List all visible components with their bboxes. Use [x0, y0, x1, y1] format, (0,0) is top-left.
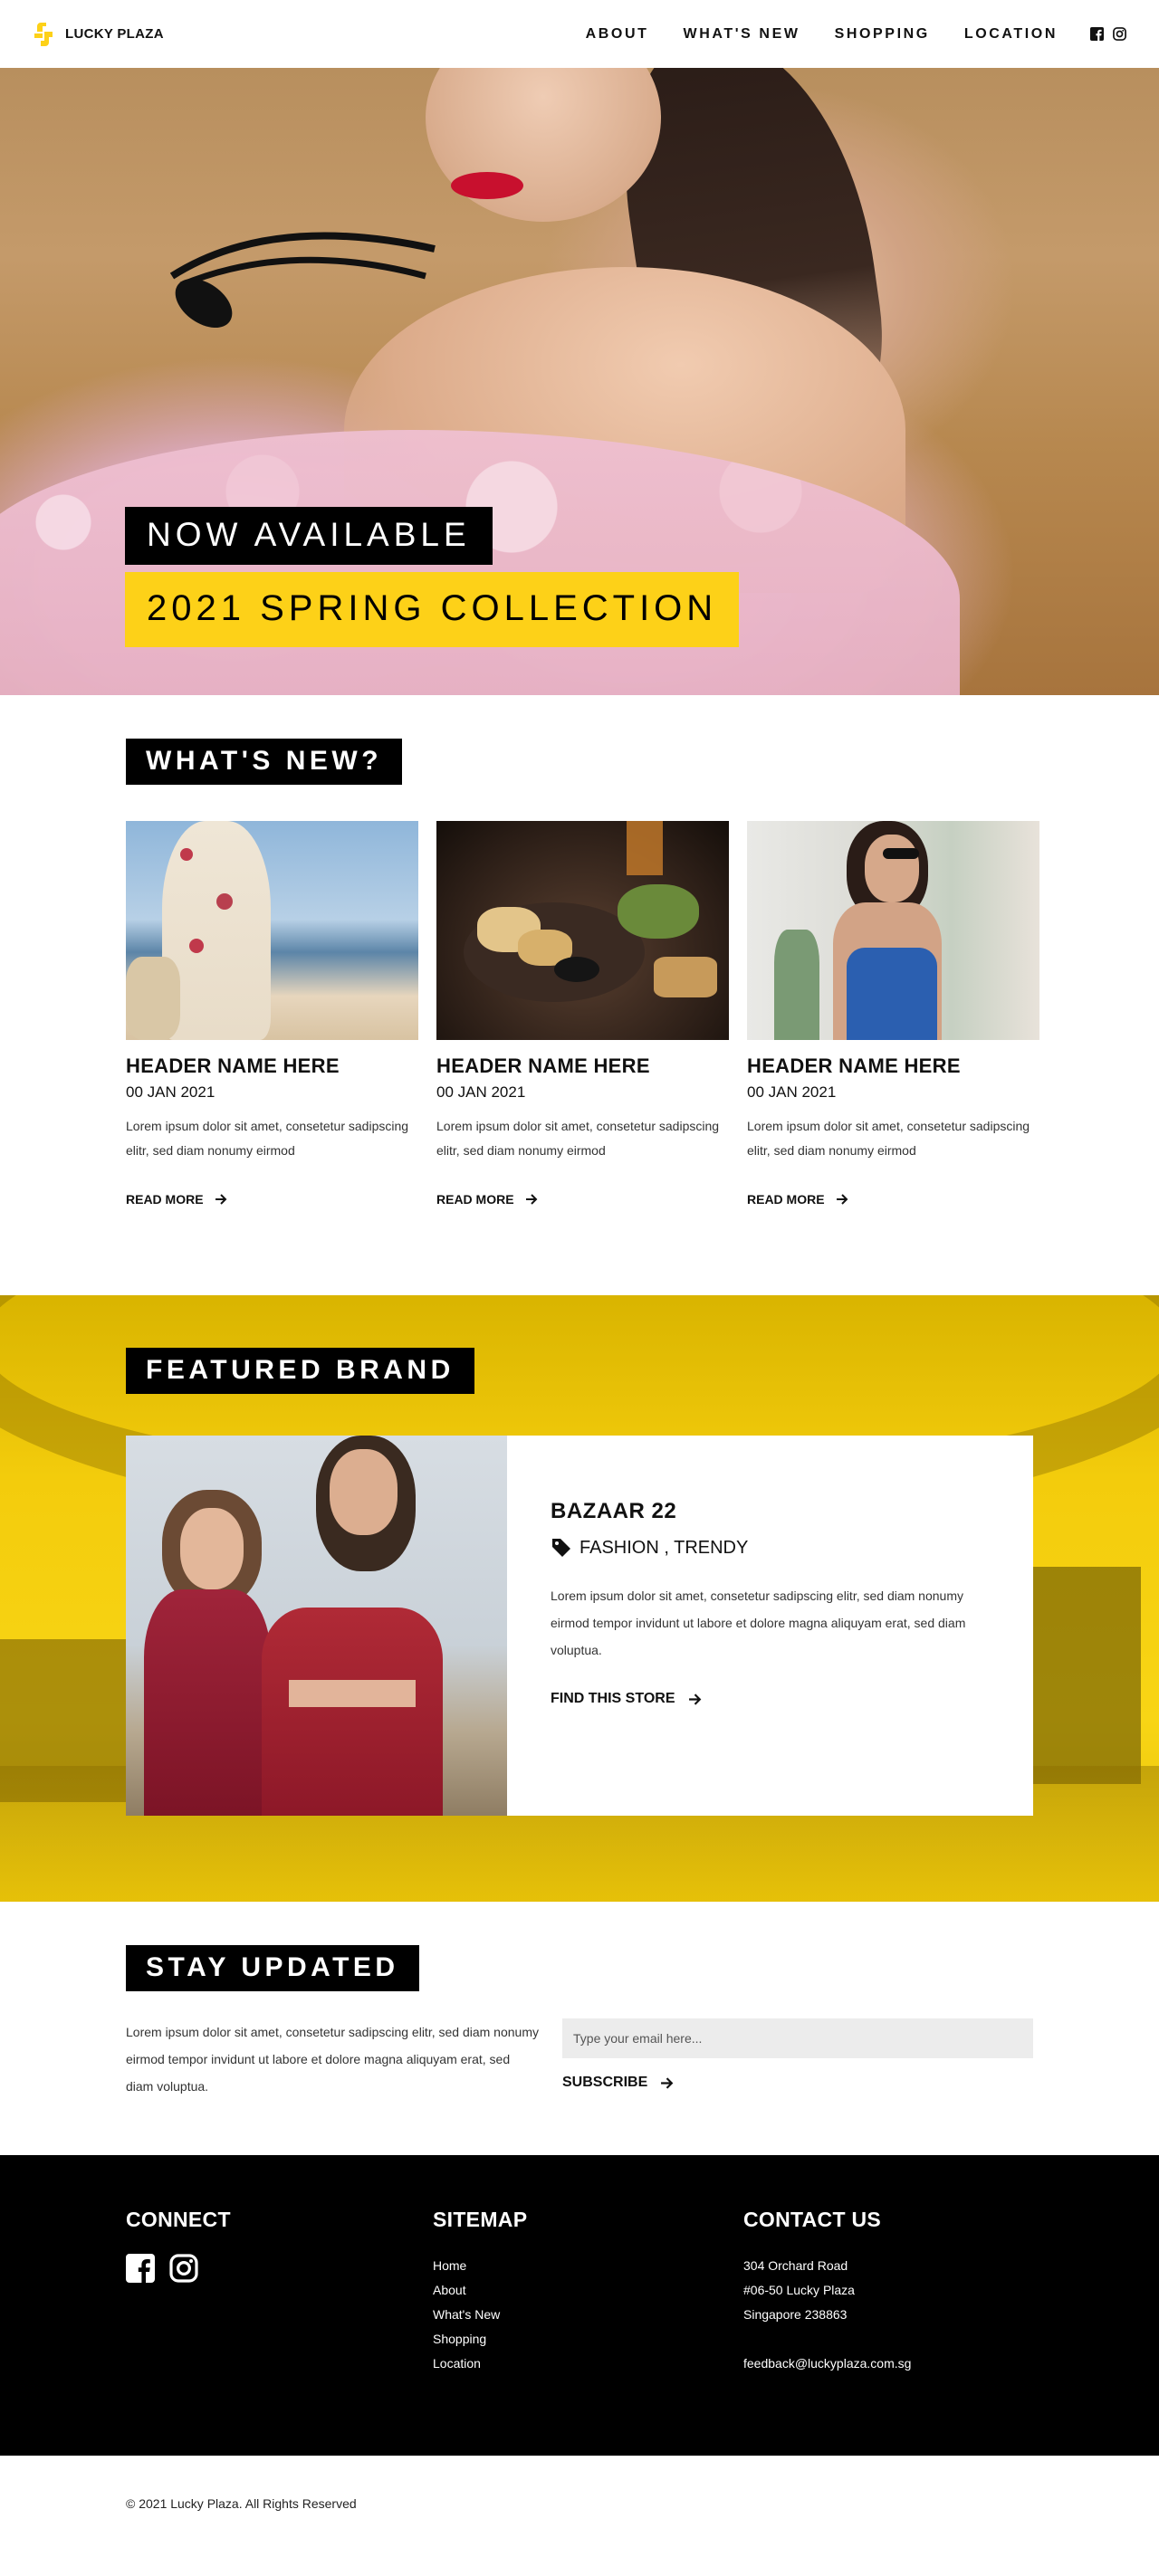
- arrow-right-icon: [661, 2076, 674, 2089]
- nav-link-whats-new[interactable]: WHAT'S NEW: [684, 26, 800, 43]
- address-line: Singapore 238863: [743, 2307, 848, 2322]
- featured-brand-card: BAZAAR 22 FASHION , TRENDY Lorem ipsum d…: [126, 1436, 1033, 1816]
- address-line: #06-50 Lucky Plaza: [743, 2283, 855, 2297]
- footer-link-whats-new[interactable]: What's New: [433, 2303, 743, 2327]
- email-input[interactable]: [562, 2018, 1033, 2058]
- featured-brand-info: BAZAAR 22 FASHION , TRENDY Lorem ipsum d…: [507, 1436, 976, 1816]
- news-card: HEADER NAME HERE 00 JAN 2021 Lorem ipsum…: [747, 821, 1039, 1207]
- read-more-label: READ MORE: [436, 1192, 514, 1207]
- news-card-date: 00 JAN 2021: [126, 1083, 216, 1101]
- footer-address: 304 Orchard Road #06-50 Lucky Plaza Sing…: [743, 2254, 1015, 2376]
- arrow-right-icon: [525, 1194, 537, 1205]
- featured-brand-title: FEATURED BRAND: [126, 1348, 474, 1394]
- news-card-date: 00 JAN 2021: [747, 1083, 837, 1101]
- footer-link-location[interactable]: Location: [433, 2352, 743, 2376]
- footer-sitemap: SITEMAP Home About What's New Shopping L…: [433, 2208, 743, 2456]
- news-card-title: HEADER NAME HERE: [126, 1054, 340, 1077]
- address-line: 304 Orchard Road: [743, 2258, 848, 2273]
- news-card-title: HEADER NAME HERE: [747, 1054, 961, 1077]
- lucky-plaza-logo-icon: [34, 22, 53, 46]
- subscribe-button[interactable]: SUBSCRIBE: [562, 2075, 1033, 2091]
- read-more-label: READ MORE: [126, 1192, 204, 1207]
- footer-contact-title: CONTACT US: [743, 2208, 882, 2231]
- news-card-image-portrait[interactable]: [747, 821, 1039, 1040]
- stay-updated-row: Lorem ipsum dolor sit amet, consetetur s…: [126, 2018, 1033, 2100]
- news-card-text: Lorem ipsum dolor sit amet, consetetur s…: [126, 1119, 409, 1158]
- footer-link-about[interactable]: About: [433, 2278, 743, 2303]
- featured-brand-tags-text: FASHION , TRENDY: [580, 1537, 749, 1558]
- brand-logo[interactable]: LUCKY PLAZA: [33, 21, 164, 48]
- news-card-text: Lorem ipsum dolor sit amet, consetetur s…: [436, 1119, 720, 1158]
- news-card-image-beach[interactable]: [126, 821, 418, 1040]
- copyright: © 2021 Lucky Plaza. All Rights Reserved: [126, 2496, 357, 2511]
- footer-connect: CONNECT: [126, 2208, 433, 2456]
- featured-brand-image[interactable]: [126, 1436, 507, 1816]
- news-card-title: HEADER NAME HERE: [436, 1054, 650, 1077]
- nav-socials: [1090, 27, 1126, 41]
- arrow-right-icon: [688, 1693, 701, 1705]
- stay-updated-text: Lorem ipsum dolor sit amet, consetetur s…: [126, 2025, 539, 2094]
- hero-banner: NOW AVAILABLE 2021 SPRING COLLECTION: [0, 68, 1159, 695]
- stay-updated-title: STAY UPDATED: [126, 1945, 419, 1991]
- footer-link-shopping[interactable]: Shopping: [433, 2327, 743, 2352]
- hero-tag-collection[interactable]: 2021 SPRING COLLECTION: [125, 572, 740, 647]
- news-card-text: Lorem ipsum dolor sit amet, consetetur s…: [747, 1119, 1030, 1158]
- hero-image-sunglasses: [169, 232, 436, 328]
- arrow-right-icon: [836, 1194, 848, 1205]
- nav-link-about[interactable]: ABOUT: [586, 26, 649, 43]
- footer-connect-title: CONNECT: [126, 2208, 231, 2231]
- facebook-icon[interactable]: [1090, 27, 1104, 41]
- footer-sitemap-title: SITEMAP: [433, 2208, 528, 2231]
- whats-new-title: WHAT'S NEW?: [126, 739, 403, 785]
- instagram-icon[interactable]: [169, 2254, 198, 2283]
- nav-links: ABOUT WHAT'S NEW SHOPPING LOCATION: [551, 26, 1126, 43]
- featured-brand-tags: FASHION , TRENDY: [551, 1537, 976, 1559]
- featured-brand-section: FEATURED BRAND BAZAAR 22 FASHION , TREND…: [0, 1295, 1159, 1902]
- subscribe-label: SUBSCRIBE: [562, 2075, 648, 2090]
- hero-image-lips: [451, 172, 523, 199]
- news-card: HEADER NAME HERE 00 JAN 2021 Lorem ipsum…: [126, 821, 418, 1207]
- footer-contact: CONTACT US 304 Orchard Road #06-50 Lucky…: [743, 2208, 1015, 2456]
- instagram-icon[interactable]: [1113, 27, 1126, 41]
- news-card: HEADER NAME HERE 00 JAN 2021 Lorem ipsum…: [436, 821, 729, 1207]
- hero-tag-now-available: NOW AVAILABLE: [125, 507, 493, 565]
- footer-email-link[interactable]: feedback@luckyplaza.com.sg: [743, 2356, 911, 2371]
- find-this-store-label: FIND THIS STORE: [551, 1691, 675, 1706]
- whats-new-cards: HEADER NAME HERE 00 JAN 2021 Lorem ipsum…: [126, 821, 1159, 1207]
- mall-background-store-right: [1032, 1567, 1141, 1784]
- footer-sitemap-links: Home About What's New Shopping Location: [433, 2254, 743, 2376]
- arrow-right-icon: [215, 1194, 226, 1205]
- footer: CONNECT SITEMAP Home About What's New Sh…: [0, 2155, 1159, 2456]
- read-more-link[interactable]: READ MORE: [747, 1192, 1039, 1207]
- tag-icon: [552, 1539, 570, 1557]
- find-this-store-link[interactable]: FIND THIS STORE: [551, 1691, 976, 1707]
- news-card-date: 00 JAN 2021: [436, 1083, 526, 1101]
- facebook-icon[interactable]: [126, 2254, 155, 2283]
- read-more-link[interactable]: READ MORE: [126, 1192, 418, 1207]
- newsletter-form: SUBSCRIBE: [562, 2018, 1033, 2100]
- nav-link-shopping[interactable]: SHOPPING: [835, 26, 930, 43]
- hero-image-face: [426, 68, 661, 222]
- brand-name: LUCKY PLAZA: [65, 26, 164, 42]
- news-card-image-food[interactable]: [436, 821, 729, 1040]
- footer-link-home[interactable]: Home: [433, 2254, 743, 2278]
- whats-new-section: WHAT'S NEW? HEADER NAME HERE 00 JAN 2021…: [0, 695, 1159, 1207]
- read-more-link[interactable]: READ MORE: [436, 1192, 729, 1207]
- featured-brand-description: Lorem ipsum dolor sit amet, consetetur s…: [551, 1589, 966, 1657]
- read-more-label: READ MORE: [747, 1192, 825, 1207]
- nav-link-location[interactable]: LOCATION: [964, 26, 1058, 43]
- footer-socials: [126, 2254, 433, 2283]
- top-nav: LUCKY PLAZA ABOUT WHAT'S NEW SHOPPING LO…: [0, 0, 1159, 68]
- stay-updated-section: STAY UPDATED Lorem ipsum dolor sit amet,…: [0, 1902, 1159, 2155]
- featured-brand-name: BAZAAR 22: [551, 1499, 677, 1523]
